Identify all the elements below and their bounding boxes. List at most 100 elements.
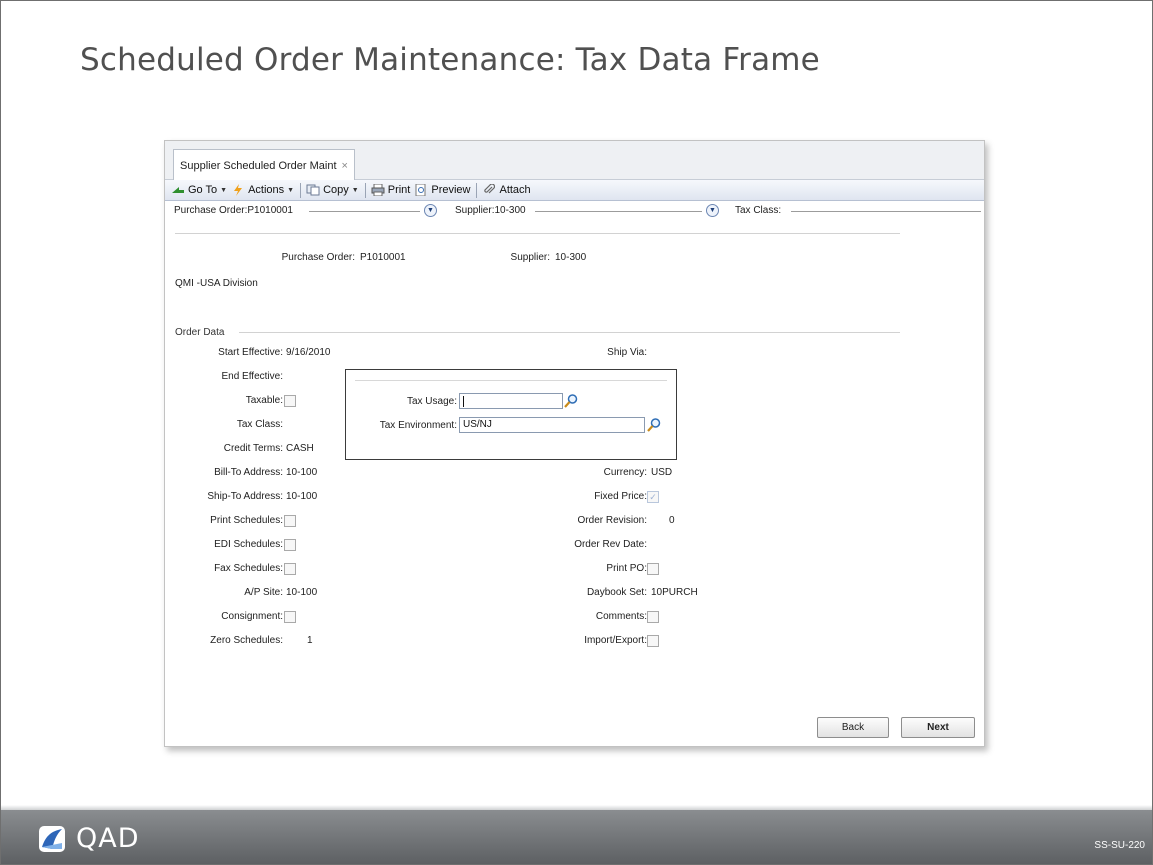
supplier-value: 10-300 bbox=[555, 252, 587, 263]
supplier-label: Supplier: bbox=[510, 252, 550, 263]
credit-terms-value: CASH bbox=[286, 443, 314, 454]
ap-site-value: 10-100 bbox=[286, 587, 318, 598]
copy-label: Copy bbox=[323, 184, 349, 196]
print-po-checkbox[interactable] bbox=[647, 563, 659, 575]
edi-schedules-checkbox[interactable] bbox=[284, 539, 296, 551]
toolbar-separator bbox=[300, 182, 302, 198]
comments-label: Comments: bbox=[595, 611, 647, 622]
zero-schedules-label: Zero Schedules: bbox=[210, 635, 283, 646]
fixed-price-checkbox[interactable]: ✓ bbox=[647, 491, 659, 503]
order-revision-label: Order Revision: bbox=[577, 515, 647, 526]
text-cursor bbox=[463, 396, 464, 407]
summary-divider bbox=[309, 211, 420, 212]
taxable-checkbox[interactable] bbox=[284, 395, 296, 407]
ship-to-address-label: Ship-To Address: bbox=[207, 491, 283, 502]
tax-usage-search-icon[interactable] bbox=[563, 393, 579, 409]
qad-logo: QAD bbox=[38, 823, 140, 854]
summary-purchase-order: Purchase Order:P1010001 bbox=[174, 205, 293, 216]
consignment-label: Consignment: bbox=[221, 611, 283, 622]
purchase-order-value: P1010001 bbox=[360, 252, 406, 263]
order-data-title: Order Data bbox=[175, 327, 225, 338]
currency-value: USD bbox=[651, 467, 673, 478]
tax-usage-input[interactable] bbox=[459, 393, 563, 409]
consignment-checkbox[interactable] bbox=[284, 611, 296, 623]
section-divider bbox=[239, 332, 900, 333]
preview-label: Preview bbox=[431, 184, 471, 196]
toolbar: Go To ▼ Actions ▼ Copy ▼ Print Preview A… bbox=[165, 180, 984, 201]
print-label: Print bbox=[387, 184, 411, 196]
purchase-order-label: Purchase Order: bbox=[281, 252, 355, 263]
bill-to-address-label: Bill-To Address: bbox=[214, 467, 283, 478]
tax-environment-label: Tax Environment: bbox=[379, 420, 457, 431]
slide-title: Scheduled Order Maintenance: Tax Data Fr… bbox=[80, 42, 820, 78]
daybook-set-label: Daybook Set: bbox=[586, 587, 647, 598]
attach-button[interactable]: Attach bbox=[482, 184, 531, 196]
chevron-down-icon: ▼ bbox=[709, 207, 716, 214]
qad-logo-icon bbox=[39, 825, 65, 852]
tax-environment-search-icon[interactable] bbox=[646, 417, 662, 433]
ship-to-address-value: 10-100 bbox=[286, 491, 318, 502]
start-effective-value: 9/16/2010 bbox=[286, 347, 331, 358]
tax-data-frame: Tax Usage: Tax Environment: US/NJ bbox=[345, 369, 677, 460]
printer-icon bbox=[371, 184, 385, 196]
qad-logo-text: QAD bbox=[76, 823, 140, 854]
footer-bar bbox=[1, 810, 1152, 864]
fixed-price-label: Fixed Price: bbox=[594, 491, 647, 502]
toolbar-separator bbox=[476, 182, 478, 198]
tab-supplier-scheduled-order-maint[interactable]: Supplier Scheduled Order Maint × bbox=[173, 149, 355, 181]
print-schedules-checkbox[interactable] bbox=[284, 515, 296, 527]
close-tab-icon[interactable]: × bbox=[342, 160, 348, 172]
preview-icon bbox=[414, 184, 428, 196]
toolbar-separator bbox=[364, 182, 366, 198]
fax-schedules-checkbox[interactable] bbox=[284, 563, 296, 575]
summary-divider bbox=[175, 233, 900, 234]
lightning-icon bbox=[231, 184, 245, 196]
chevron-down-icon: ▼ bbox=[287, 186, 295, 194]
chevron-down-icon: ▼ bbox=[427, 207, 434, 214]
preview-button[interactable]: Preview bbox=[414, 184, 470, 196]
goto-arrow-icon bbox=[171, 184, 185, 196]
ap-site-label: A/P Site: bbox=[244, 587, 283, 598]
summary-divider bbox=[791, 211, 981, 212]
copy-icon bbox=[306, 184, 320, 196]
taxable-label: Taxable: bbox=[245, 395, 283, 406]
daybook-set-value: 10PURCH bbox=[651, 587, 698, 598]
ship-via-label: Ship Via: bbox=[607, 347, 647, 358]
zero-schedules-value: 1 bbox=[307, 635, 313, 646]
division-name: QMI -USA Division bbox=[175, 278, 258, 289]
slide-code: SS-SU-220 bbox=[1094, 840, 1145, 851]
tab-label: Supplier Scheduled Order Maint bbox=[180, 159, 337, 172]
print-schedules-label: Print Schedules: bbox=[210, 515, 283, 526]
summary-tax-class: Tax Class: bbox=[735, 205, 782, 216]
print-button[interactable]: Print bbox=[371, 184, 411, 196]
paperclip-icon bbox=[482, 184, 496, 196]
comments-checkbox[interactable] bbox=[647, 611, 659, 623]
import-export-checkbox[interactable] bbox=[647, 635, 659, 647]
copy-menu-button[interactable]: Copy ▼ bbox=[306, 184, 359, 196]
summary-supplier: Supplier:10-300 bbox=[455, 205, 526, 216]
expand-purchase-order-button[interactable]: ▼ bbox=[424, 204, 437, 217]
back-button[interactable]: Back bbox=[817, 717, 889, 738]
print-po-label: Print PO: bbox=[606, 563, 647, 574]
expand-supplier-button[interactable]: ▼ bbox=[706, 204, 719, 217]
actions-label: Actions bbox=[248, 184, 285, 196]
tax-environment-input[interactable]: US/NJ bbox=[459, 417, 645, 433]
tab-strip: Supplier Scheduled Order Maint × bbox=[165, 141, 984, 181]
next-button[interactable]: Next bbox=[901, 717, 975, 738]
fax-schedules-label: Fax Schedules: bbox=[214, 563, 283, 574]
attach-label: Attach bbox=[499, 184, 531, 196]
tax-usage-label: Tax Usage: bbox=[406, 396, 457, 407]
tax-environment-value: US/NJ bbox=[463, 419, 492, 430]
frame-divider bbox=[355, 380, 667, 381]
end-effective-label: End Effective: bbox=[221, 371, 283, 382]
actions-menu-button[interactable]: Actions ▼ bbox=[231, 184, 294, 196]
summary-divider bbox=[535, 211, 702, 212]
edi-schedules-label: EDI Schedules: bbox=[214, 539, 283, 550]
chevron-down-icon: ▼ bbox=[351, 186, 359, 194]
app-window: Supplier Scheduled Order Maint × Go To ▼… bbox=[164, 140, 985, 747]
import-export-label: Import/Export: bbox=[584, 635, 647, 646]
goto-menu-button[interactable]: Go To ▼ bbox=[171, 184, 227, 196]
tax-class-label: Tax Class: bbox=[236, 419, 283, 430]
order-revision-value: 0 bbox=[669, 515, 675, 526]
currency-label: Currency: bbox=[603, 467, 647, 478]
